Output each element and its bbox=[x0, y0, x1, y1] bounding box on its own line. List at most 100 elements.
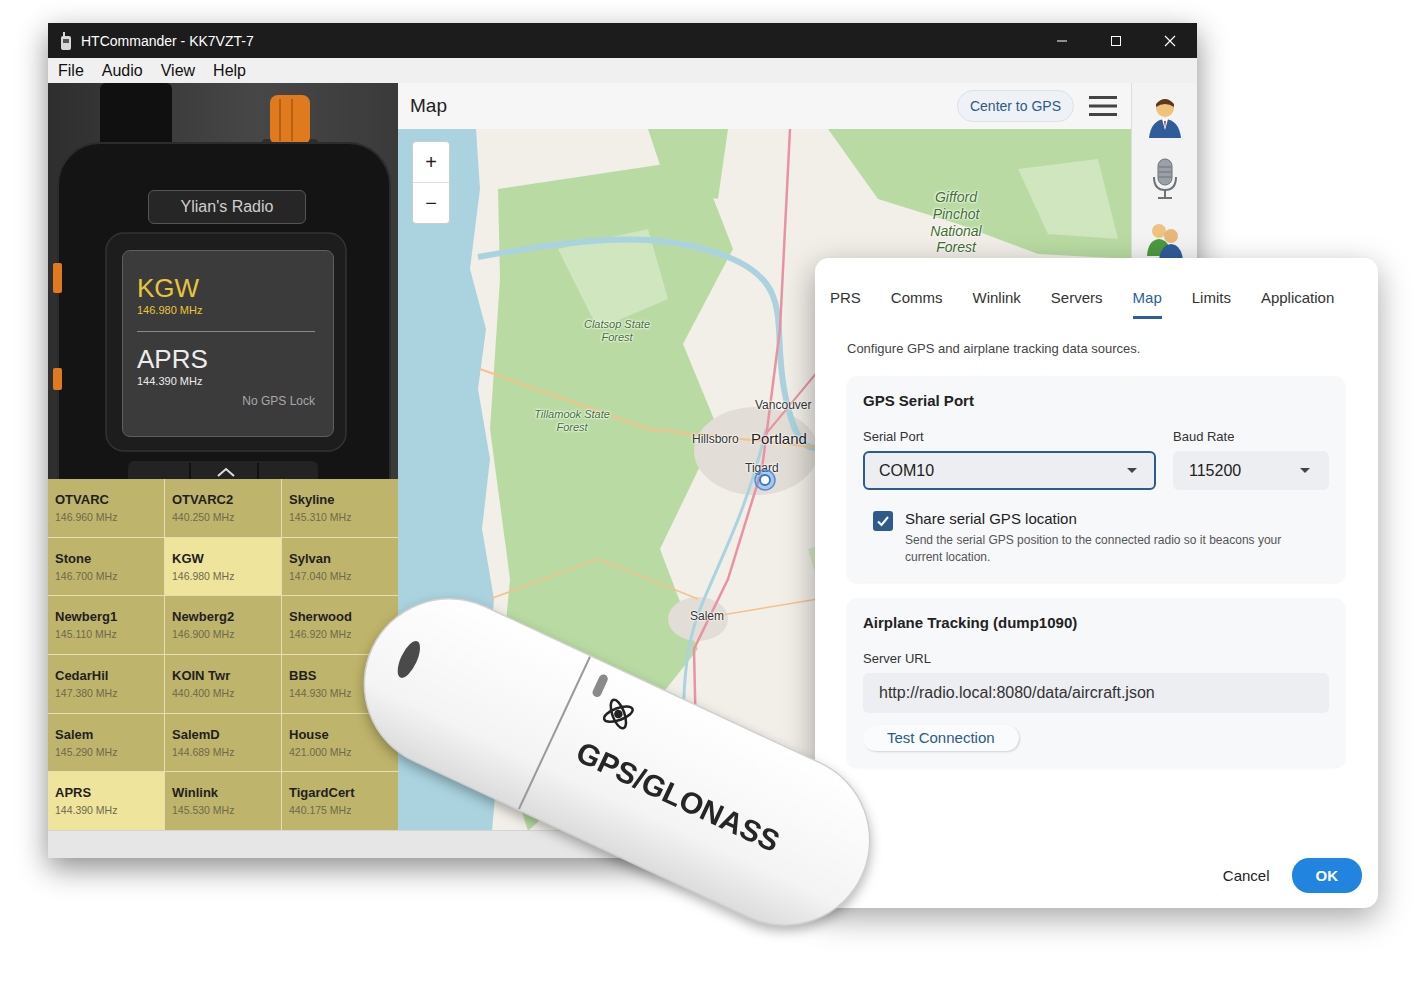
map-label: Gifford Pinchot National Forest bbox=[920, 189, 992, 256]
baud-rate-field: Baud Rate 115200 bbox=[1173, 429, 1329, 490]
menu-bar: File Audio View Help bbox=[48, 58, 1197, 83]
map-label: Clatsop State Forest bbox=[575, 318, 659, 344]
share-gps-text: Share serial GPS location Send the seria… bbox=[905, 510, 1315, 566]
group-icon[interactable] bbox=[1145, 218, 1185, 262]
baud-rate-select[interactable]: 115200 bbox=[1173, 451, 1329, 490]
map-label: Salem bbox=[690, 609, 724, 623]
hamburger-menu-icon[interactable] bbox=[1089, 95, 1117, 117]
channel-name: TigardCert bbox=[289, 785, 392, 800]
serial-port-label: Serial Port bbox=[863, 429, 1156, 444]
channel-button[interactable]: Winlink 145.530 MHz bbox=[165, 772, 281, 830]
vfo-b-name: APRS bbox=[137, 344, 315, 374]
share-gps-checkbox[interactable] bbox=[873, 511, 893, 531]
channel-button[interactable]: CedarHil 147.380 MHz bbox=[48, 655, 164, 713]
maximize-button[interactable] bbox=[1089, 23, 1143, 58]
channel-frequency: 145.310 MHz bbox=[289, 511, 392, 523]
gps-card-title: GPS Serial Port bbox=[863, 392, 1329, 409]
zoom-in-button[interactable]: + bbox=[413, 142, 449, 182]
settings-tab[interactable]: Application bbox=[1261, 289, 1334, 319]
dropdown-caret-icon bbox=[1126, 467, 1138, 475]
minimize-button[interactable] bbox=[1035, 23, 1089, 58]
map-label: Hillsboro bbox=[692, 432, 739, 446]
settings-tabs: PRS Comms Winlink Servers Map Limits Applicati… bbox=[815, 258, 1378, 319]
minimize-icon bbox=[1056, 35, 1068, 47]
share-gps-label: Share serial GPS location bbox=[905, 510, 1315, 527]
channel-button[interactable]: SalemD 144.689 MHz bbox=[165, 714, 281, 772]
channel-name: Stone bbox=[55, 551, 158, 566]
vfo-a-frequency: 146.980 MHz bbox=[137, 303, 315, 317]
zoom-out-button[interactable]: − bbox=[413, 182, 449, 223]
settings-tab[interactable]: Comms bbox=[891, 289, 943, 319]
dongle-label: GPS/GLONASS bbox=[571, 735, 784, 858]
radio-view: Ylian's Radio KGW 146.980 MHz APRS 144.3… bbox=[48, 83, 398, 479]
person-icon[interactable] bbox=[1145, 96, 1185, 140]
settings-tab[interactable]: Winlink bbox=[973, 289, 1021, 319]
channel-button[interactable]: Newberg1 145.110 MHz bbox=[48, 596, 164, 654]
dialog-button[interactable]: Cancel bbox=[1223, 867, 1270, 884]
dropdown-caret-icon bbox=[1299, 467, 1311, 475]
menu-item[interactable]: View bbox=[161, 62, 195, 80]
channel-frequency: 440.250 MHz bbox=[172, 511, 275, 523]
close-button[interactable] bbox=[1143, 23, 1197, 58]
gps-location-icon bbox=[754, 469, 776, 491]
window-controls bbox=[1035, 23, 1197, 58]
map-label: Portland bbox=[751, 430, 807, 447]
test-connection-button[interactable]: Test Connection bbox=[863, 725, 1019, 751]
settings-tab[interactable]: Servers bbox=[1051, 289, 1103, 319]
channel-name: Sylvan bbox=[289, 551, 392, 566]
channel-button[interactable]: Sylvan 147.040 MHz bbox=[282, 538, 398, 596]
window-title: HTCommander - KK7VZT-7 bbox=[81, 33, 254, 49]
zoom-control: + − bbox=[412, 141, 450, 224]
channel-frequency: 146.900 MHz bbox=[172, 628, 275, 640]
channel-button[interactable]: OTVARC2 440.250 MHz bbox=[165, 479, 281, 537]
channel-frequency: 144.390 MHz bbox=[55, 804, 158, 816]
channel-frequency: 421.000 MHz bbox=[289, 746, 392, 758]
menu-item[interactable]: File bbox=[58, 62, 84, 80]
settings-tab[interactable]: Limits bbox=[1192, 289, 1231, 319]
vfo-b-frequency: 144.390 MHz bbox=[137, 374, 315, 388]
channel-name: Newberg2 bbox=[172, 609, 275, 624]
channel-name: APRS bbox=[55, 785, 158, 800]
microphone-icon[interactable] bbox=[1145, 157, 1185, 201]
channel-name: KOIN Twr bbox=[172, 668, 275, 683]
serial-port-select[interactable]: COM10 bbox=[863, 451, 1156, 490]
channel-button[interactable]: TigardCert 440.175 MHz bbox=[282, 772, 398, 830]
settings-tab[interactable]: PRS bbox=[830, 289, 861, 319]
channel-button[interactable]: Newberg2 146.900 MHz bbox=[165, 596, 281, 654]
dialog-button[interactable]: OK bbox=[1292, 858, 1363, 893]
menu-item[interactable]: Audio bbox=[102, 62, 143, 80]
settings-description: Configure GPS and airplane tracking data… bbox=[847, 341, 1345, 356]
channel-name: Sherwood bbox=[289, 609, 392, 624]
channel-grid: OTVARC 146.960 MHzOTVARC2 440.250 MHzSky… bbox=[48, 479, 398, 830]
gps-status: No GPS Lock bbox=[242, 394, 315, 408]
channel-button[interactable]: Stone 146.700 MHz bbox=[48, 538, 164, 596]
menu-item[interactable]: Help bbox=[213, 62, 246, 80]
center-to-gps-button[interactable]: Center to GPS bbox=[957, 90, 1074, 122]
channel-button[interactable]: APRS 144.390 MHz bbox=[48, 772, 164, 830]
channel-frequency: 145.530 MHz bbox=[172, 804, 275, 816]
map-header: Map Center to GPS bbox=[398, 83, 1131, 129]
channel-frequency: 440.400 MHz bbox=[172, 687, 275, 699]
channel-frequency: 146.700 MHz bbox=[55, 570, 158, 582]
title-bar: HTCommander - KK7VZT-7 bbox=[48, 23, 1197, 58]
channel-name: Newberg1 bbox=[55, 609, 158, 624]
channel-button[interactable]: KGW 146.980 MHz bbox=[165, 538, 281, 596]
map-label: Vancouver bbox=[755, 398, 811, 412]
channel-button[interactable]: Skyline 145.310 MHz bbox=[282, 479, 398, 537]
channel-frequency: 146.960 MHz bbox=[55, 511, 158, 523]
serial-port-value: COM10 bbox=[879, 462, 934, 480]
channel-name: Skyline bbox=[289, 492, 392, 507]
map-title: Map bbox=[410, 95, 447, 117]
channel-name: Salem bbox=[55, 727, 158, 742]
settings-tab[interactable]: Map bbox=[1133, 289, 1162, 319]
channel-button[interactable]: KOIN Twr 440.400 MHz bbox=[165, 655, 281, 713]
channel-button[interactable]: Salem 145.290 MHz bbox=[48, 714, 164, 772]
map-label: Tillamook State Forest bbox=[530, 408, 614, 434]
channel-frequency: 146.980 MHz bbox=[172, 570, 275, 582]
server-url-input[interactable]: http://radio.local:8080/data/aircraft.js… bbox=[863, 673, 1329, 713]
channel-button[interactable]: OTVARC 146.960 MHz bbox=[48, 479, 164, 537]
channel-frequency: 144.689 MHz bbox=[172, 746, 275, 758]
channel-frequency: 147.040 MHz bbox=[289, 570, 392, 582]
dialog-footer: Cancel OK bbox=[815, 858, 1378, 908]
gps-card: GPS Serial Port Serial Port COM10 Baud R… bbox=[847, 376, 1345, 582]
